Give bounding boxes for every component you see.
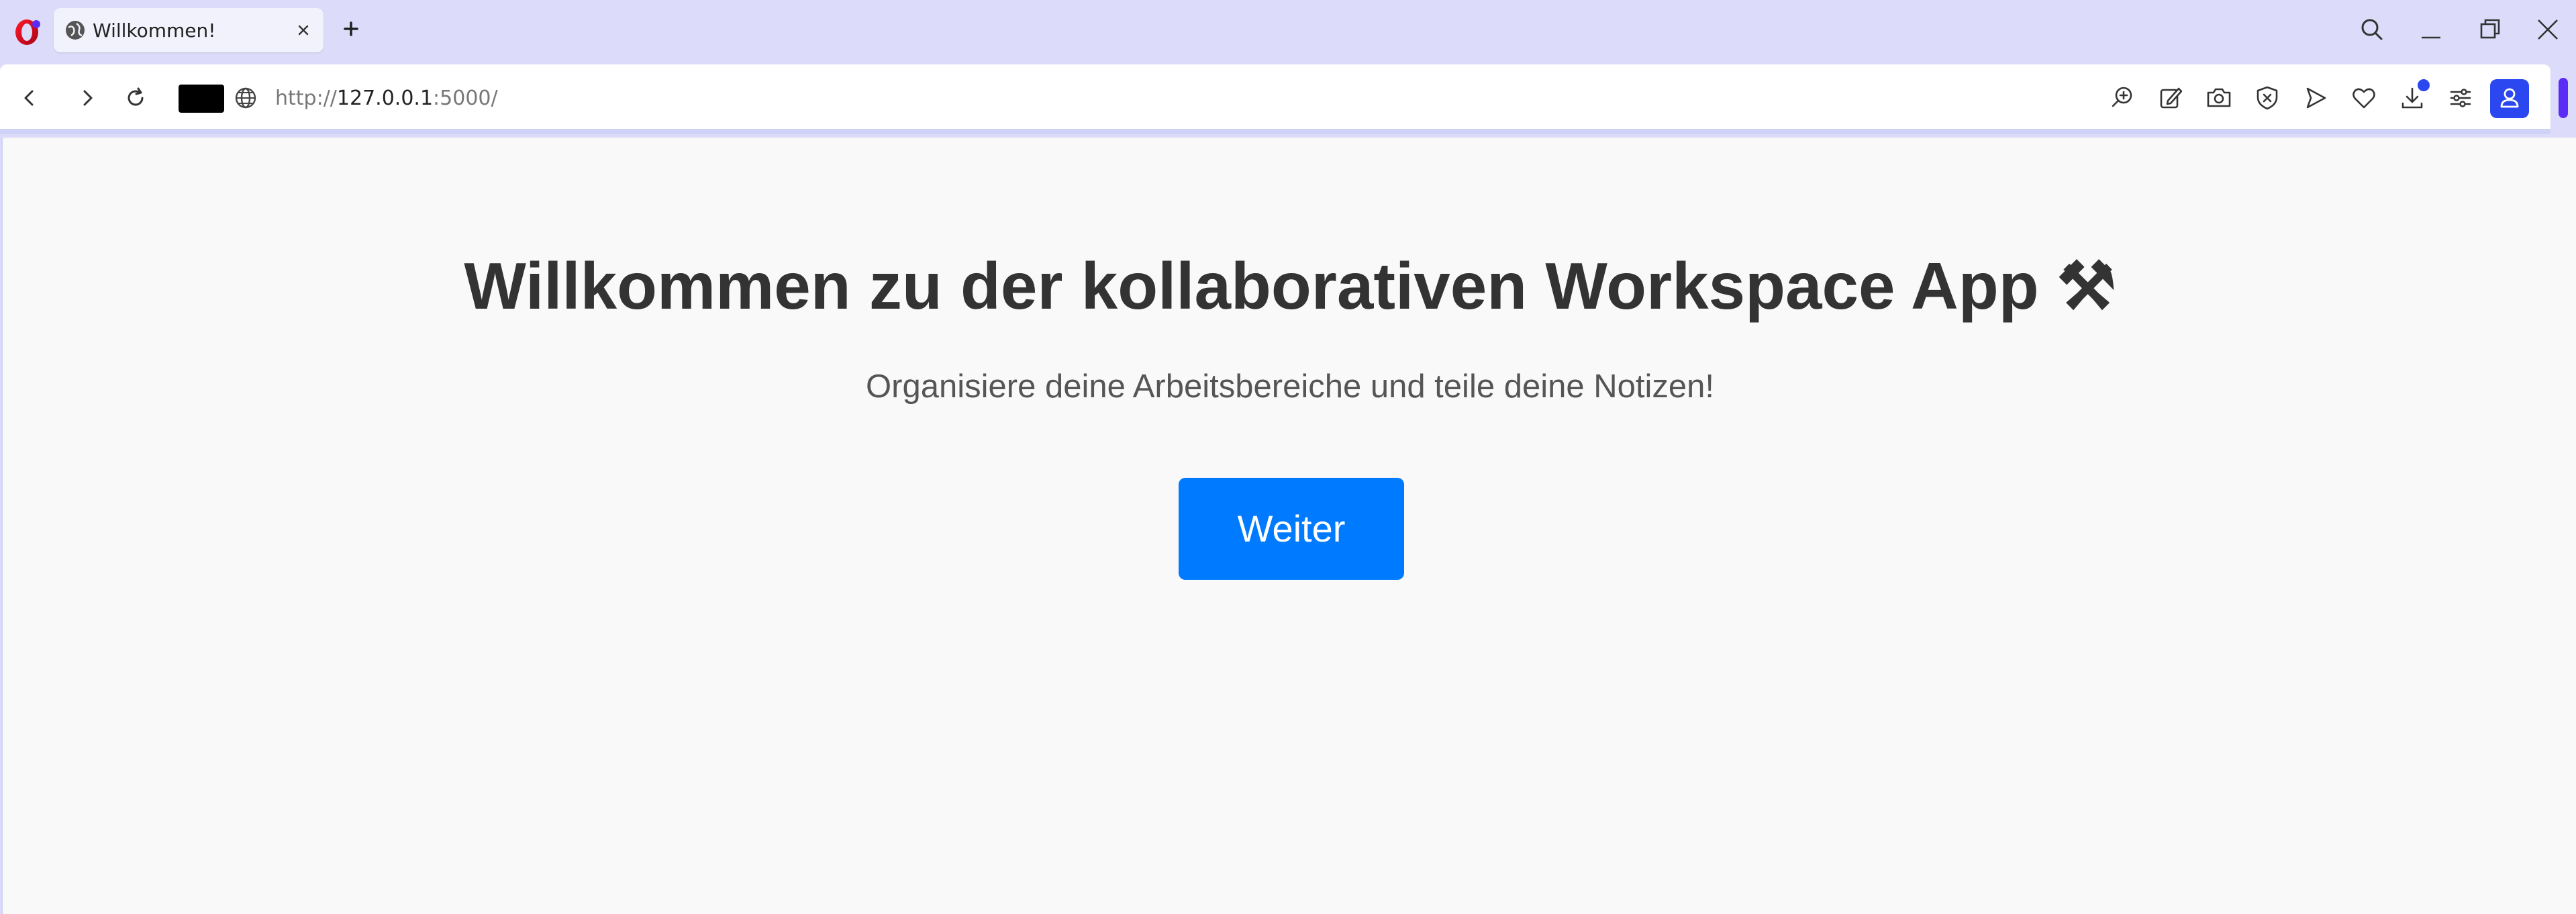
opera-logo-icon[interactable]	[13, 17, 43, 47]
tab-title: Willkommen!	[93, 19, 216, 42]
reload-icon[interactable]	[122, 85, 149, 111]
forward-icon[interactable]	[74, 85, 101, 111]
page-viewport: Willkommen zu der kollaborativen Workspa…	[1, 137, 2576, 914]
profile-button[interactable]	[2490, 79, 2529, 118]
address-bar[interactable]: http://127.0.0.1:5000/	[275, 87, 498, 110]
tab-willkommen[interactable]: Willkommen!	[54, 8, 324, 52]
tab-strip	[0, 0, 2576, 64]
settings-icon[interactable]	[2446, 83, 2475, 113]
close-icon[interactable]	[294, 21, 313, 40]
url-scheme: http://	[275, 87, 337, 110]
heart-icon[interactable]	[2349, 83, 2379, 113]
site-info-globe-icon[interactable]	[234, 86, 258, 110]
url-port-path: :5000/	[433, 87, 498, 110]
back-icon[interactable]	[16, 85, 43, 111]
redacted-badge	[179, 85, 224, 113]
minimize-icon[interactable]	[2416, 15, 2446, 44]
globe-icon	[66, 21, 85, 40]
plus-icon[interactable]	[340, 17, 362, 40]
search-icon[interactable]	[2357, 15, 2387, 44]
restore-icon[interactable]	[2475, 15, 2505, 44]
edit-icon[interactable]	[2156, 83, 2185, 113]
camera-icon[interactable]	[2204, 83, 2234, 113]
close-icon[interactable]	[2533, 15, 2563, 44]
url-host: 127.0.0.1	[336, 87, 434, 110]
sidebar-toggle-handle[interactable]	[2559, 78, 2568, 118]
weiter-button[interactable]: Weiter	[1179, 478, 1404, 580]
page-subtitle: Organisiere deine Arbeitsbereiche und te…	[866, 368, 1714, 405]
profile-icon	[2500, 88, 2519, 108]
send-icon[interactable]	[2301, 83, 2330, 113]
shield-icon[interactable]	[2252, 83, 2282, 113]
toolbar-divider	[0, 129, 2550, 134]
zoom-in-icon[interactable]	[2108, 83, 2137, 113]
page-title: Willkommen zu der kollaborativen Workspa…	[464, 249, 2116, 323]
download-notification-dot	[2418, 79, 2430, 91]
